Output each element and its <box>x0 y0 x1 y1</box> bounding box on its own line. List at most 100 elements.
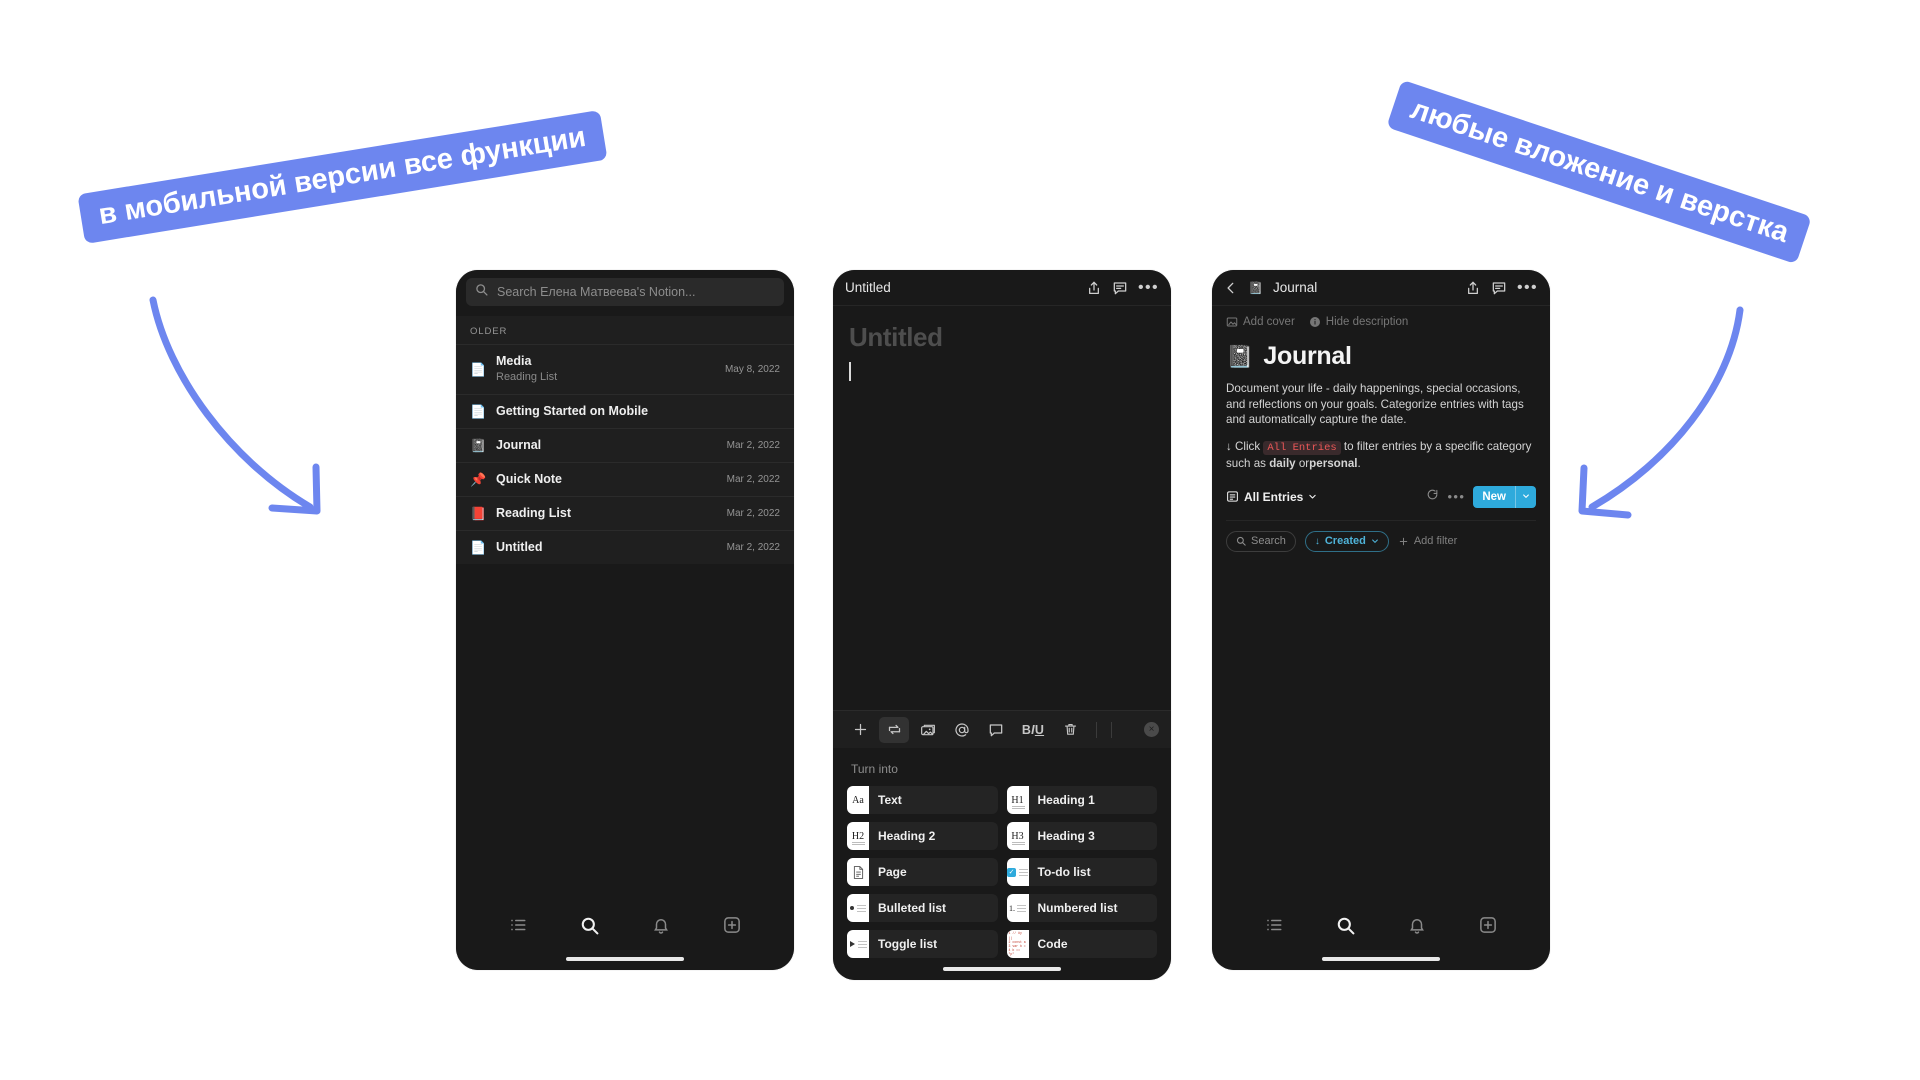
back-chevron-icon[interactable] <box>1224 281 1238 295</box>
empty-area <box>456 564 794 902</box>
plus-square-icon[interactable] <box>723 916 741 934</box>
comment-icon[interactable] <box>1491 280 1507 296</box>
home-indicator-area <box>456 948 794 970</box>
editor-header: Untitled ••• <box>833 270 1171 306</box>
more-icon[interactable]: ••• <box>1517 279 1538 295</box>
notebook-icon: 📓 <box>1226 343 1254 369</box>
comment-icon[interactable] <box>1112 280 1128 296</box>
share-icon[interactable] <box>1086 280 1102 296</box>
plus-icon[interactable] <box>845 717 875 743</box>
table-row[interactable]: 📄 Media Reading List May 8, 2022 <box>456 344 794 394</box>
blank-page-icon: 📄 <box>470 540 487 555</box>
heading-3-icon: H3 <box>1006 822 1029 850</box>
chevron-down-icon <box>1371 539 1378 543</box>
refresh-icon[interactable] <box>1426 488 1439 506</box>
left-annotation-banner: в мобильной версии все функции <box>77 110 608 245</box>
list-item-date: May 8, 2022 <box>724 364 780 375</box>
list-icon[interactable] <box>509 916 527 934</box>
toggle-list-icon <box>847 930 869 958</box>
table-row[interactable]: 📄 Untitled Mar 2, 2022 <box>456 530 794 564</box>
trash-icon[interactable] <box>1055 717 1085 743</box>
search-input[interactable]: Search <box>1226 530 1296 552</box>
option-label: Bulleted list <box>878 901 947 915</box>
list-item-title: Journal <box>496 438 542 452</box>
close-icon[interactable]: × <box>1144 722 1159 737</box>
editor-body[interactable]: Untitled <box>833 306 1171 710</box>
option-label: Numbered list <box>1037 901 1118 915</box>
list-item-title: Getting Started on Mobile <box>496 404 649 418</box>
share-icon[interactable] <box>1465 280 1481 296</box>
add-cover-button[interactable]: Add cover <box>1226 316 1295 328</box>
right-annotation-banner: любые вложение и верстка <box>1386 79 1813 265</box>
sort-desc-icon: ↓ <box>1314 535 1320 547</box>
todo-list-icon: ✓ <box>1006 858 1029 886</box>
add-filter-label: Add filter <box>1413 535 1458 547</box>
text-cursor <box>849 362 851 381</box>
turn-into-option-numbered-list[interactable]: 1. Numbered list <box>1006 894 1157 922</box>
page-title: Untitled <box>845 280 891 295</box>
page-description: Document your life - daily happenings, s… <box>1226 382 1524 426</box>
new-label: New <box>1482 490 1506 503</box>
add-filter-button[interactable]: Add filter <box>1398 535 1457 547</box>
turn-into-option-bulleted-list[interactable]: Bulleted list <box>847 894 998 922</box>
option-label: Code <box>1037 937 1068 951</box>
table-row[interactable]: 📓 Journal Mar 2, 2022 <box>456 428 794 462</box>
notebook-icon: 📓 <box>1248 280 1263 295</box>
search-results-list: 📄 Media Reading List May 8, 2022 📄 Getti… <box>456 344 794 564</box>
view-name: All Entries <box>1244 489 1304 504</box>
chevron-down-icon[interactable] <box>1516 491 1536 503</box>
turn-into-option-heading-2[interactable]: H2 Heading 2 <box>847 822 998 850</box>
more-icon[interactable]: ••• <box>1447 490 1465 503</box>
screenshot-root: в мобильной версии все функции любые вло… <box>0 0 1920 1080</box>
turn-into-option-heading-1[interactable]: H1 Heading 1 <box>1006 786 1157 814</box>
database-view-selector[interactable]: All Entries <box>1226 490 1317 504</box>
option-label: Text <box>878 793 902 807</box>
image-icon[interactable] <box>913 717 943 743</box>
page-icon: 📄 <box>470 404 487 419</box>
home-indicator <box>943 967 1061 971</box>
bottom-navigation <box>1212 902 1550 948</box>
plus-icon <box>1399 537 1408 545</box>
bulleted-list-icon <box>847 894 869 922</box>
sort-created-pill[interactable]: ↓ Created <box>1304 530 1389 552</box>
table-row[interactable]: 📕 Reading List Mar 2, 2022 <box>456 496 794 530</box>
search-icon <box>1236 536 1246 546</box>
sort-label: Created <box>1324 535 1366 547</box>
turn-into-option-toggle-list[interactable]: Toggle list <box>847 930 998 958</box>
search-input[interactable]: Search Елена Матвеева's Notion... <box>466 278 784 306</box>
turn-into-option-code[interactable]: 1 // #y () 2 const a 3 var b = 4 b == "p… <box>1006 930 1157 958</box>
new-entry-button[interactable]: New <box>1473 485 1536 508</box>
mention-icon[interactable] <box>947 717 977 743</box>
page-title-heading: Journal <box>1263 342 1352 370</box>
text-icon: Aa <box>847 786 869 814</box>
turn-into-option-text[interactable]: Aa Text <box>847 786 998 814</box>
turn-into-option-page[interactable]: Page <box>847 858 998 886</box>
search-icon[interactable] <box>1336 916 1355 935</box>
code-chip-all-entries: All Entries <box>1263 440 1341 455</box>
option-label: Heading 3 <box>1037 829 1095 843</box>
turn-into-option-heading-3[interactable]: H3 Heading 3 <box>1006 822 1157 850</box>
turn-into-icon[interactable] <box>879 716 909 743</box>
phone-journal-screen: 📓 Journal ••• Add cover Hide description… <box>1212 270 1550 970</box>
plus-square-icon[interactable] <box>1479 916 1497 934</box>
table-row[interactable]: 📄 Getting Started on Mobile <box>456 394 794 428</box>
table-row[interactable]: 📌 Quick Note Mar 2, 2022 <box>456 462 794 496</box>
bell-icon[interactable] <box>652 916 670 934</box>
database-filter-bar: Search ↓ Created Add filter <box>1226 519 1536 552</box>
section-label-older: OLDER <box>456 316 794 344</box>
chevron-down-icon <box>1309 494 1317 499</box>
turn-into-option-todo-list[interactable]: ✓ To-do list <box>1006 858 1157 886</box>
more-icon[interactable]: ••• <box>1138 279 1159 295</box>
page-title: Journal <box>1272 280 1318 295</box>
comment-icon[interactable] <box>981 717 1011 743</box>
hide-description-button[interactable]: Hide description <box>1309 316 1408 328</box>
biu-icon[interactable]: BIU <box>1015 717 1051 743</box>
list-icon[interactable] <box>1265 916 1283 934</box>
code-icon: 1 // #y () 2 const a 3 var b = 4 b == "p… <box>1006 930 1029 958</box>
search-icon[interactable] <box>580 916 599 935</box>
option-label: Page <box>878 865 907 879</box>
home-indicator <box>566 957 684 961</box>
bell-icon[interactable] <box>1408 916 1426 934</box>
option-label: Toggle list <box>878 937 938 951</box>
database-view-icon <box>1227 491 1238 502</box>
